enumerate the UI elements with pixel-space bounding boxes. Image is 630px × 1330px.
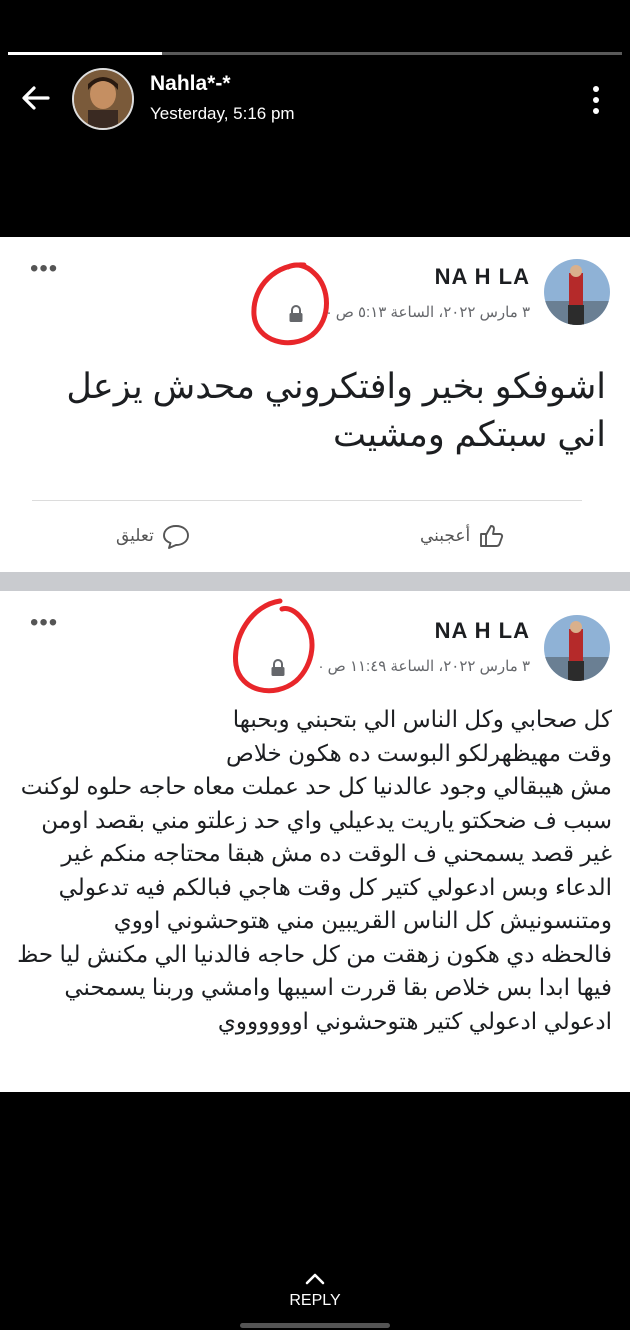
status-viewer-header: Nahla*-* Yesterday, 5:16 pm — [0, 60, 630, 140]
post-text: اشوفكو بخير وافتكروني محدش يزعل اني سبتك… — [16, 363, 606, 459]
post-text-line: فيها ابدا بس خلاص بقا قررت اسيبها وامشي … — [64, 974, 612, 1000]
post-text-line: اشوفكو بخير وافتكروني محدش يزعل — [66, 367, 606, 406]
post-text-line: كل صحابي وكل الناس الي بتحبني وبحبها — [232, 706, 612, 732]
sender-name: Nahla*-* — [150, 72, 231, 95]
post-author-name: NA H LA — [434, 618, 530, 643]
post-author-avatar — [544, 615, 610, 681]
comment-button[interactable]: تعليق — [116, 523, 190, 549]
red-circle-annotation — [233, 598, 315, 694]
thumbs-up-icon — [480, 525, 504, 547]
post-text-line: سبب ف ضحكتو ياريت يدعيلي واي حد زعلتو من… — [41, 806, 612, 833]
red-circle-annotation — [251, 262, 329, 346]
post-text-line: غير قصد يسمحني ف الوقت ده مش هبقا محتاجه… — [61, 840, 612, 866]
status-progress-fill — [8, 52, 162, 55]
post-text-line: ادعولي ادعولي كتير هتوحشوني اووووووي — [217, 1007, 612, 1034]
status-progress-bar — [8, 52, 622, 55]
post-meta: ٣ مارس ٢٠٢٢، الساعة ١١:٤٩ ص · — [318, 658, 530, 675]
actions-divider — [32, 500, 582, 501]
reply-label: REPLY — [289, 1292, 341, 1309]
post-text-line: اني سبتكم ومشيت — [333, 415, 606, 454]
facebook-post: ••• NA H LA ٣ مارس ٢٠٢٢، الساعة ٥:١٣ ص ·… — [0, 237, 630, 572]
status-image: ••• NA H LA ٣ مارس ٢٠٢٢، الساعة ٥:١٣ ص ·… — [0, 237, 630, 1092]
post-menu-icon: ••• — [30, 609, 59, 636]
post-text-line: ومتنسونيش كل الناس القريبين مني هتوحشوني… — [113, 907, 612, 933]
like-button[interactable]: أعجبني — [420, 523, 504, 549]
post-text: كل صحابي وكل الناس الي بتحبني وبحبها وقت… — [12, 703, 612, 1038]
chevron-up-icon — [305, 1273, 325, 1285]
back-arrow-icon[interactable] — [18, 80, 54, 116]
reply-button[interactable]: REPLY — [0, 1270, 630, 1310]
post-text-line: فالحظه دي هكون زهقت من كل حاجه فالدنيا ا… — [17, 940, 612, 967]
comment-label: تعليق — [116, 526, 154, 545]
post-author-name: NA H LA — [434, 264, 530, 289]
post-text-line: وقت مهيظهرلكو البوست ده هكون خلاص — [226, 739, 612, 766]
status-timestamp: Yesterday, 5:16 pm — [150, 104, 295, 123]
post-menu-icon: ••• — [30, 255, 59, 282]
like-label: أعجبني — [420, 526, 471, 545]
comment-icon — [162, 525, 189, 549]
post-text-line: مش هيبقالي وجود عالدنيا كل حد عملت معاه … — [20, 773, 612, 799]
home-indicator — [240, 1323, 390, 1328]
post-author-avatar — [544, 259, 610, 325]
post-text-line: الدعاء وبس ادعولي كتير كل وقت هاجي فبالك… — [58, 873, 612, 900]
post-separator — [0, 572, 630, 591]
more-options-icon[interactable] — [586, 82, 606, 118]
facebook-post: ••• NA H LA ٣ مارس ٢٠٢٢، الساعة ١١:٤٩ ص … — [0, 591, 630, 1092]
post-meta: ٣ مارس ٢٠٢٢، الساعة ٥:١٣ ص · — [326, 304, 530, 321]
sender-avatar[interactable] — [72, 68, 134, 130]
